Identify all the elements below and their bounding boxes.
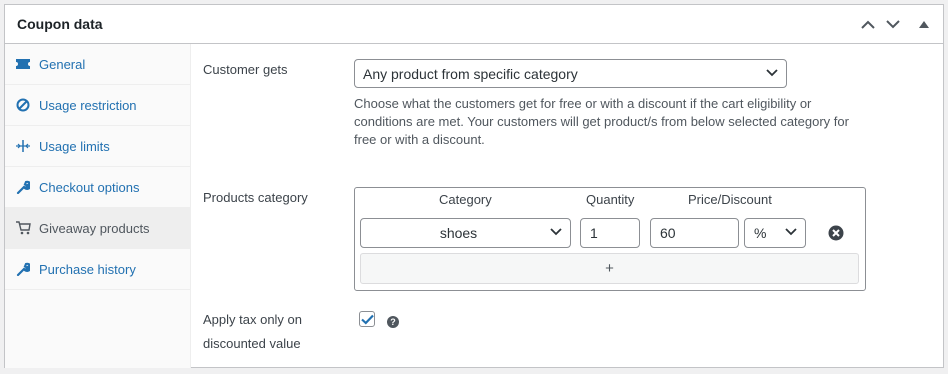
- ticket-icon: [15, 56, 31, 72]
- sidebar-item-label: General: [39, 56, 86, 72]
- move-up-button[interactable]: [857, 13, 879, 35]
- customer-gets-description: Choose what the customers get for free o…: [354, 95, 849, 149]
- customer-gets-label: Customer gets: [203, 62, 288, 77]
- category-select[interactable]: shoes: [360, 218, 571, 248]
- sidebar-item-label: Usage limits: [39, 138, 110, 154]
- chevron-down-icon: [785, 228, 797, 236]
- column-header-quantity: Quantity: [586, 192, 635, 207]
- category-value: shoes: [439, 225, 478, 241]
- description-line: free or with a discount.: [354, 132, 485, 147]
- toggle-panel-button[interactable]: [913, 13, 935, 35]
- help-icon[interactable]: ?: [387, 316, 399, 328]
- price-discount-input[interactable]: 60: [650, 218, 739, 248]
- column-header-price-discount: Price/Discount: [688, 192, 772, 207]
- sidebar-item-label: Checkout options: [39, 179, 140, 195]
- discount-type-value: %: [754, 225, 767, 241]
- products-category-table: Category Quantity Price/Discount shoes 1…: [354, 187, 866, 291]
- customer-gets-value: Any product from specific category: [363, 65, 578, 82]
- apply-tax-checkbox[interactable]: [359, 311, 375, 327]
- panel-title: Coupon data: [17, 16, 103, 32]
- sidebar-item-label: Purchase history: [39, 261, 136, 277]
- chevron-up-icon: [861, 20, 875, 29]
- description-line: conditions are met. Your customers will …: [354, 114, 849, 129]
- apply-tax-label-line2: discounted value: [203, 336, 301, 351]
- sidebar-item-checkout-options[interactable]: Checkout options: [5, 167, 190, 208]
- chevron-down-icon: [766, 68, 778, 76]
- quantity-input[interactable]: 1: [580, 218, 640, 248]
- giveaway-products-panel: Customer gets Any product from specific …: [191, 44, 943, 367]
- block-icon: [15, 97, 31, 113]
- products-category-label: Products category: [203, 190, 308, 205]
- sidebar-item-label: Giveaway products: [39, 220, 150, 236]
- limits-icon: [15, 138, 31, 154]
- panel-header: Coupon data: [5, 5, 943, 44]
- sidebar-item-usage-limits[interactable]: Usage limits: [5, 126, 190, 167]
- coupon-data-panel: Coupon data General Usage restriction Us…: [4, 4, 944, 368]
- wrench-icon: [15, 179, 31, 195]
- sidebar-item-giveaway-products[interactable]: Giveaway products: [5, 208, 190, 249]
- remove-row-button[interactable]: [828, 225, 844, 241]
- sidebar-item-label: Usage restriction: [39, 97, 137, 113]
- add-row-button[interactable]: +: [360, 253, 859, 284]
- customer-gets-select[interactable]: Any product from specific category: [354, 59, 787, 88]
- chevron-down-icon: [886, 19, 900, 28]
- description-line: Choose what the customers get for free o…: [354, 96, 812, 111]
- apply-tax-label-line1: Apply tax only on: [203, 312, 303, 327]
- discount-type-select[interactable]: %: [744, 218, 806, 248]
- sidebar-item-usage-restriction[interactable]: Usage restriction: [5, 85, 190, 126]
- checkmark-icon: [360, 314, 374, 325]
- add-row-label: +: [605, 260, 614, 277]
- price-value: 60: [660, 225, 676, 241]
- close-circle-icon: [828, 225, 844, 241]
- sidebar-item-purchase-history[interactable]: Purchase history: [5, 249, 190, 290]
- sidebar-item-general[interactable]: General: [5, 44, 190, 85]
- quantity-value: 1: [590, 225, 598, 241]
- coupon-tabs-sidebar: General Usage restriction Usage limits C…: [5, 44, 191, 368]
- move-down-button[interactable]: [882, 13, 904, 35]
- triangle-up-icon: [919, 20, 929, 28]
- wrench-icon: [15, 261, 31, 277]
- cart-icon: [15, 220, 31, 236]
- column-header-category: Category: [439, 192, 492, 207]
- chevron-down-icon: [550, 228, 562, 236]
